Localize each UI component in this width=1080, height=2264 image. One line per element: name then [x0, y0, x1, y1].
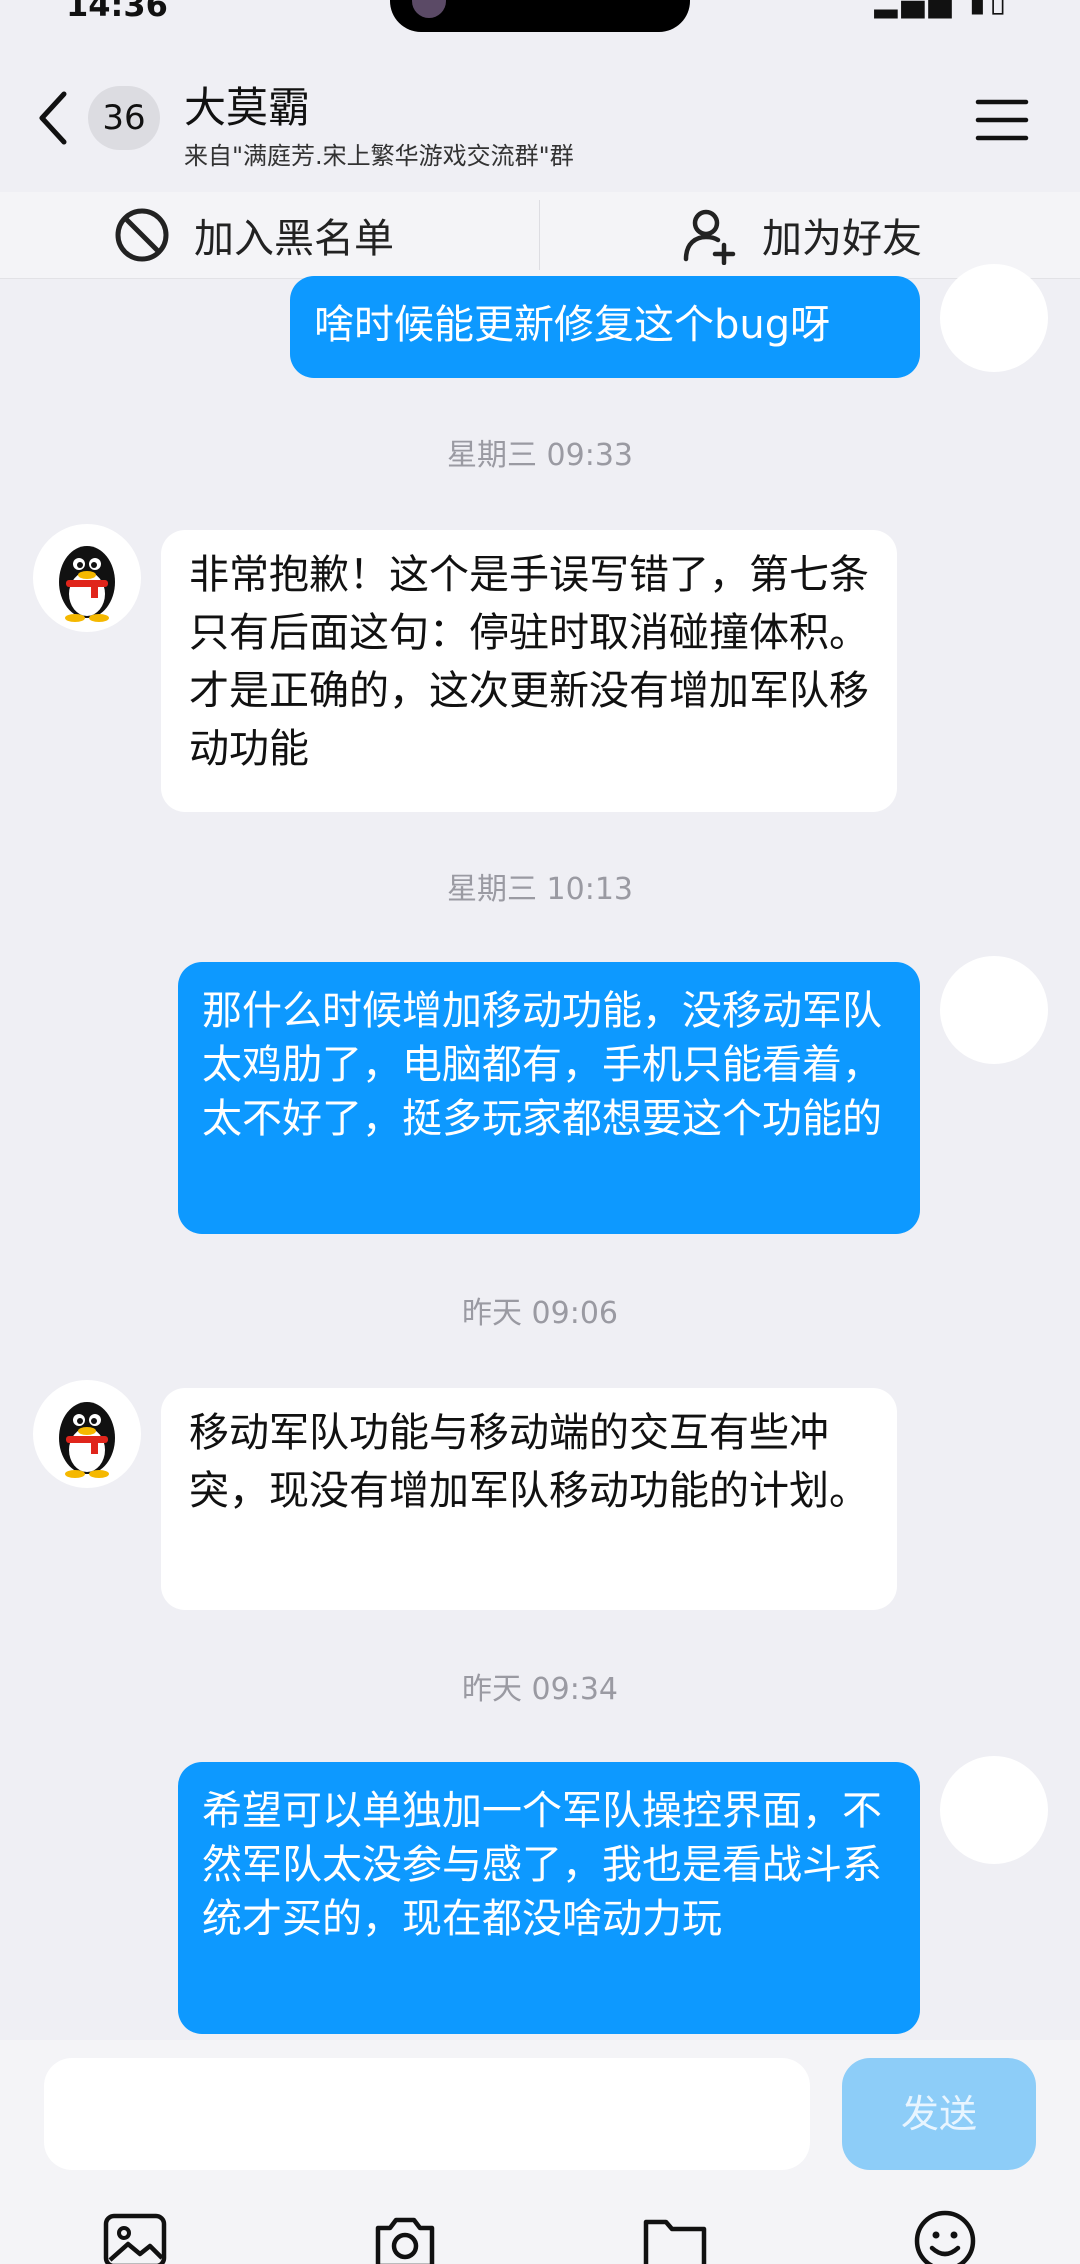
outgoing-message[interactable]: 啥时候能更新修复这个bug呀 [290, 276, 920, 378]
unread-count-badge[interactable]: 36 [88, 86, 160, 150]
status-bar: 14:36 ▂▄▆ ▮▯ [0, 0, 1080, 40]
add-to-blacklist-label: 加入黑名单 [194, 216, 394, 262]
add-to-blacklist-button[interactable]: 加入黑名单 [112, 202, 394, 268]
image-icon[interactable] [100, 2206, 170, 2264]
stranger-action-bar: 加入黑名单 加为好友 [0, 192, 1080, 279]
outgoing-message[interactable]: 希望可以单独加一个军队操控界面，不然军队太没参与感了，我也是看战斗系统才买的，现… [178, 1762, 920, 2034]
message-input[interactable] [44, 2058, 810, 2170]
emoji-icon[interactable] [910, 2206, 980, 2264]
contact-avatar[interactable] [33, 524, 141, 632]
status-time: 14:36 [66, 0, 168, 24]
composer-bar: 发送 [0, 2040, 1080, 2264]
chat-header: 36 大莫霸 来自"满庭芳.宋上繁华游戏交流群"群 [0, 40, 1080, 192]
penguin-avatar-icon [59, 546, 115, 622]
camera-icon[interactable] [370, 2206, 440, 2264]
folder-icon[interactable] [640, 2206, 710, 2264]
chat-screen: 14:36 ▂▄▆ ▮▯ 36 大莫霸 来自"满庭芳.宋上繁华游戏交流群"群 加… [0, 0, 1080, 2264]
contact-source: 来自"满庭芳.宋上繁华游戏交流群"群 [184, 142, 574, 170]
my-avatar[interactable] [940, 1756, 1048, 1864]
add-friend-icon [683, 209, 736, 265]
camera-lens-icon [412, 0, 446, 18]
hamburger-menu-icon [975, 99, 1029, 141]
message-timestamp: 星期三 09:33 [447, 438, 633, 473]
add-friend-label: 加为好友 [762, 216, 922, 262]
outgoing-message[interactable]: 那什么时候增加移动功能，没移动军队太鸡肋了，电脑都有，手机只能看着，太不好了，挺… [178, 962, 920, 1234]
send-button[interactable]: 发送 [842, 2058, 1036, 2170]
penguin-avatar-icon [59, 1402, 115, 1478]
camera-cutout [390, 0, 690, 32]
incoming-message[interactable]: 移动军队功能与移动端的交互有些冲突，现没有增加军队移动功能的计划。 [161, 1388, 897, 1610]
message-timestamp: 昨天 09:06 [462, 1296, 618, 1331]
more-menu-button[interactable] [972, 92, 1032, 148]
add-friend-button[interactable]: 加为好友 [680, 202, 922, 268]
incoming-message[interactable]: 非常抱歉！这个是手误写错了，第七条只有后面这句：停驻时取消碰撞体积。才是正确的，… [161, 530, 897, 812]
message-timestamp: 星期三 10:13 [447, 872, 633, 907]
message-timestamp: 昨天 09:34 [462, 1672, 618, 1707]
my-avatar[interactable] [940, 956, 1048, 1064]
block-icon [115, 208, 169, 262]
contact-name: 大莫霸 [184, 83, 311, 132]
contact-avatar[interactable] [33, 1380, 141, 1488]
signal-battery-icon: ▂▄▆ ▮▯ [874, 0, 1010, 19]
my-avatar[interactable] [940, 264, 1048, 372]
chevron-left-icon [39, 91, 67, 145]
action-divider [539, 200, 540, 270]
back-button[interactable] [30, 86, 80, 150]
